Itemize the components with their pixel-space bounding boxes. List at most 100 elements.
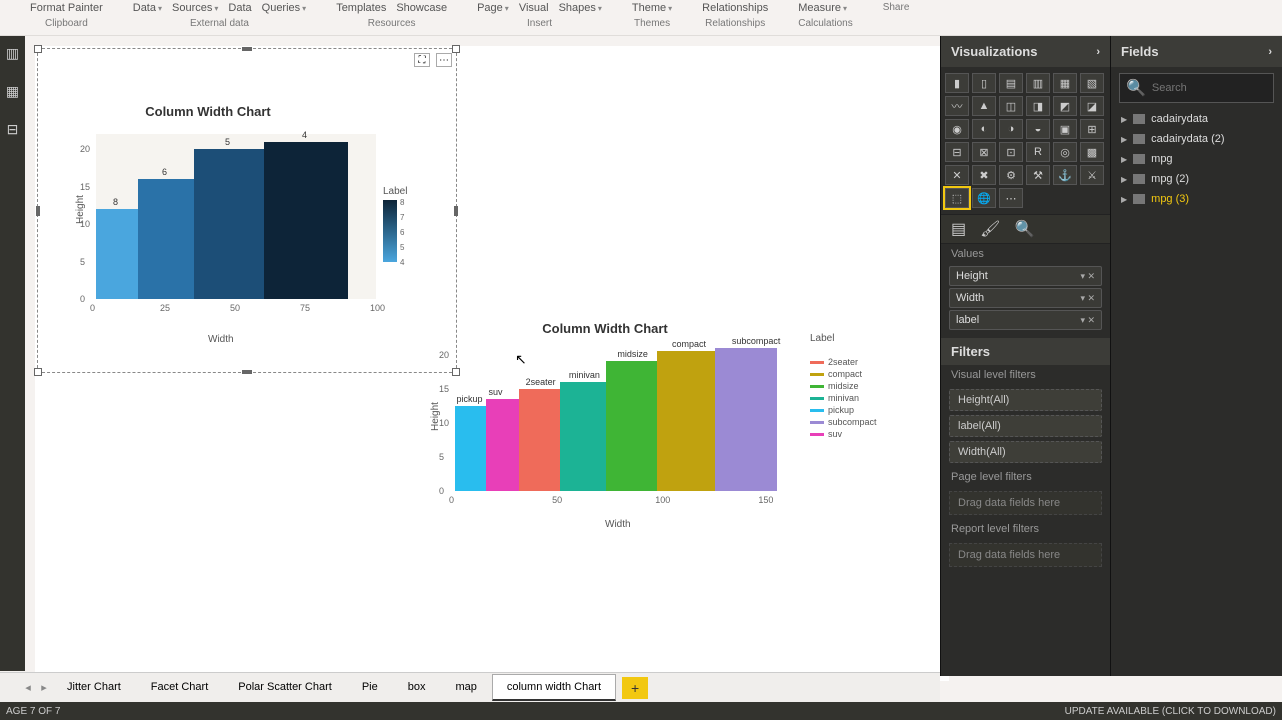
templates-button[interactable]: Templates [336,0,386,16]
field-dropdown-icon[interactable]: ▾ ✕ [1080,293,1095,304]
vis-type-button[interactable]: ✖ [972,165,996,185]
page-tab[interactable]: Jitter Chart [52,674,136,701]
chart-bar[interactable] [194,149,264,299]
vis-type-button[interactable]: ▮ [945,73,969,93]
focus-mode-icon[interactable]: ⛶ [414,53,430,67]
add-page-button[interactable]: + [622,677,648,699]
vis-type-button[interactable]: ▲ [972,96,996,116]
field-table[interactable]: ▶cadairydata (2) [1111,129,1282,149]
data-view-icon[interactable]: ▦ [4,82,22,100]
format-painter-button[interactable]: Format Painter [30,0,103,16]
vis-type-button[interactable]: ▦ [1053,73,1077,93]
chart-bar[interactable] [560,382,605,491]
vis-type-button[interactable]: ▣ [1053,119,1077,139]
fields-tab-icon[interactable]: ▤ [951,219,966,239]
report-canvas[interactable]: ⛶ ⋯ Column Width Chart 8654 Height Width… [35,46,949,681]
vis-type-button[interactable]: ⚔ [1080,165,1104,185]
page-tab[interactable]: Polar Scatter Chart [223,674,347,701]
page-tab[interactable]: map [440,674,491,701]
chart-bar[interactable] [657,351,715,491]
field-dropdown-icon[interactable]: ▾ ✕ [1080,315,1095,326]
field-table[interactable]: ▶mpg [1111,149,1282,169]
legend-item[interactable]: pickup [810,405,877,415]
vis-type-button[interactable]: ⊠ [972,142,996,162]
visual-container-1[interactable]: ⛶ ⋯ Column Width Chart 8654 Height Width… [37,48,457,373]
theme-menu[interactable]: Theme [632,0,672,16]
legend-item[interactable]: subcompact [810,417,877,427]
chart-bar[interactable] [606,361,658,491]
visual-button[interactable]: Visual [519,0,549,16]
vis-type-button[interactable]: ◩ [1053,96,1077,116]
report-filter-dropzone[interactable]: Drag data fields here [949,543,1102,567]
field-well[interactable]: Height▾ ✕ [949,266,1102,286]
model-view-icon[interactable]: ⊟ [4,120,22,138]
vis-type-button[interactable]: ⊞ [1080,119,1104,139]
vis-type-button[interactable]: ◪ [1080,96,1104,116]
page-tab[interactable]: column width Chart [492,674,616,701]
search-input[interactable] [1152,82,1267,94]
measure-menu[interactable]: Measure [798,0,847,16]
tab-nav-prev[interactable]: ◂ [20,681,36,694]
vis-type-button[interactable]: ⚒ [1026,165,1050,185]
vis-type-button[interactable]: 🌐 [972,188,996,208]
legend-item[interactable]: midsize [810,381,877,391]
collapse-icon[interactable]: › [1268,46,1272,58]
queries-menu[interactable]: Queries [262,0,307,16]
fields-search[interactable]: 🔍 [1119,73,1274,103]
showcase-button[interactable]: Showcase [396,0,447,16]
chart-bar[interactable] [264,142,348,300]
status-update-link[interactable]: UPDATE AVAILABLE (CLICK TO DOWNLOAD) [1065,706,1276,717]
vis-type-button[interactable]: ▤ [999,73,1023,93]
fields-header[interactable]: Fields › [1111,36,1282,67]
field-well[interactable]: Width▾ ✕ [949,288,1102,308]
page-menu[interactable]: Page [477,0,509,16]
resize-handle[interactable] [452,45,460,53]
format-tab-icon[interactable]: 🖌 [980,219,1000,239]
resize-handle[interactable] [242,47,252,51]
vis-type-button[interactable]: R [1026,142,1050,162]
field-table[interactable]: ▶cadairydata [1111,109,1282,129]
chart-bar[interactable] [519,389,560,491]
analytics-tab-icon[interactable]: 🔍 [1014,219,1034,239]
chart-bar[interactable] [455,406,486,491]
visualizations-header[interactable]: Visualizations › [941,36,1110,67]
page-filter-dropzone[interactable]: Drag data fields here [949,491,1102,515]
resize-handle[interactable] [34,45,42,53]
vis-type-button[interactable]: ◑ [999,119,1023,139]
collapse-icon[interactable]: › [1096,46,1100,58]
expand-icon[interactable]: ▶ [1121,135,1127,144]
vis-type-button[interactable]: ⋯ [999,188,1023,208]
resize-handle[interactable] [242,370,252,374]
field-table[interactable]: ▶mpg (2) [1111,169,1282,189]
vis-type-button[interactable]: ⚓ [1053,165,1077,185]
shapes-menu[interactable]: Shapes [559,0,602,16]
legend-item[interactable]: 2seater [810,357,877,367]
filter-pill[interactable]: Height(All) [949,389,1102,411]
page-tab[interactable]: Pie [347,674,393,701]
report-view-icon[interactable]: ▥ [4,44,22,62]
vis-type-button[interactable]: ◒ [1026,119,1050,139]
filter-pill[interactable]: label(All) [949,415,1102,437]
vis-type-button[interactable]: ▯ [972,73,996,93]
field-table[interactable]: ▶mpg (3) [1111,189,1282,209]
relationships-button[interactable]: Relationships [702,0,768,16]
expand-icon[interactable]: ▶ [1121,195,1127,204]
vis-type-button[interactable]: ✕ [945,165,969,185]
more-options-icon[interactable]: ⋯ [436,53,452,67]
vis-type-button[interactable]: ▧ [1080,73,1104,93]
tab-nav-next[interactable]: ▸ [36,681,52,694]
data-menu[interactable]: Data [133,0,162,16]
chart-bar[interactable] [96,209,138,299]
resize-handle[interactable] [34,368,42,376]
vis-type-button[interactable]: ▩ [1080,142,1104,162]
vis-type-button[interactable]: ⬚ [945,188,969,208]
vis-type-button[interactable]: ⊟ [945,142,969,162]
chart-bar[interactable] [138,179,194,299]
filter-pill[interactable]: Width(All) [949,441,1102,463]
vis-type-button[interactable]: ◐ [972,119,996,139]
vis-type-button[interactable]: ◉ [945,119,969,139]
chart-bar[interactable] [486,399,519,491]
page-tab[interactable]: box [393,674,441,701]
chart-bar[interactable] [715,348,777,491]
vis-type-button[interactable]: ▥ [1026,73,1050,93]
